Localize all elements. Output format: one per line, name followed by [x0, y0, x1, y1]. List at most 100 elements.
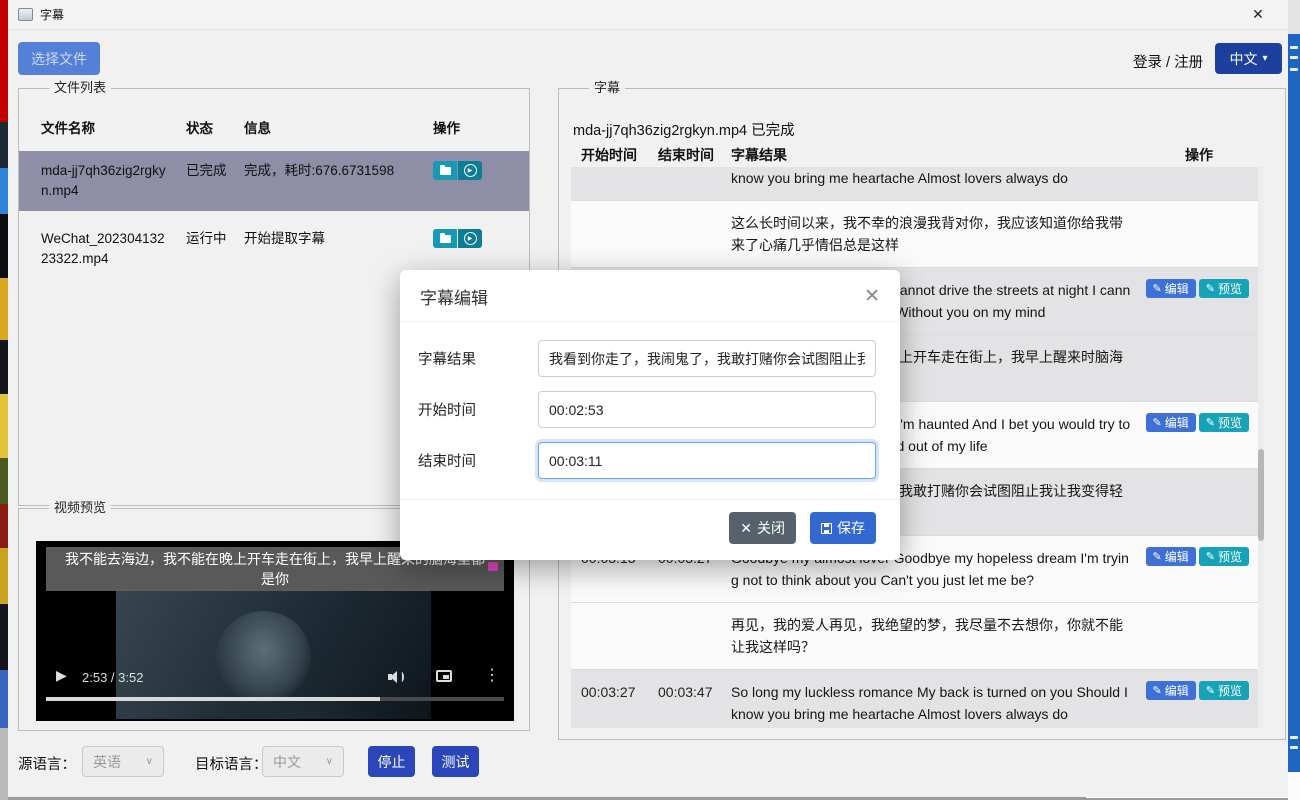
row-actions: ✎编辑 ✎预览	[1139, 279, 1259, 323]
end-time	[658, 614, 731, 658]
subtitle-edit-dialog: 字幕编辑 ✕ 字幕结果 开始时间 结束时间 ✕ 关闭	[400, 270, 900, 560]
edit-label: 编辑	[1165, 280, 1189, 297]
end-time-input[interactable]	[538, 442, 876, 479]
wallpaper-segment	[0, 728, 8, 800]
preview-label: 预览	[1218, 682, 1242, 699]
end-time	[658, 167, 731, 189]
folder-icon	[440, 235, 451, 243]
preview-button[interactable]: ✎预览	[1199, 413, 1249, 432]
subtitle-table-header: 开始时间 结束时间 字幕结果 操作	[571, 145, 1259, 165]
subtitles-file-status: mda-jj7qh36zig2rgkyn.mp4 已完成	[573, 119, 795, 140]
preview-label: 预览	[1218, 414, 1242, 431]
file-name: mda-jj7qh36zig2rgkyn.mp4	[41, 161, 186, 201]
file-status: 运行中	[186, 229, 244, 269]
start-time	[581, 614, 658, 658]
video-player[interactable]: 我不能去海边，我不能在晚上开车走在街上，我早上醒来的脑海里都是你 ▶ 2:53 …	[36, 541, 514, 721]
caret-down-icon: ▾	[1262, 53, 1267, 64]
source-language-label: 源语言：	[18, 753, 76, 774]
play-glyph: ▶	[468, 168, 473, 174]
play-file-button[interactable]: ▶	[458, 161, 482, 180]
wallpaper-segment	[0, 340, 8, 394]
background-window-strip	[1288, 0, 1300, 800]
file-status: 已完成	[186, 161, 244, 201]
subtitle-row: So long my luckless romance My back is t…	[571, 167, 1259, 201]
file-table-header: 文件名称 状态 信息 操作	[19, 117, 529, 137]
dialog-save-button[interactable]: 保存	[810, 512, 876, 544]
app-icon	[18, 8, 33, 21]
test-button[interactable]: 测试	[432, 746, 479, 777]
edit-button[interactable]: ✎编辑	[1146, 681, 1196, 700]
end-time: 00:03:47	[658, 681, 731, 725]
edit-label: 编辑	[1165, 414, 1189, 431]
end-time-label: 结束时间	[418, 450, 538, 471]
edit-label: 编辑	[1165, 682, 1189, 699]
source-language-select[interactable]: 英语 ∨	[82, 746, 164, 777]
open-folder-button[interactable]	[433, 161, 457, 180]
scrollbar-thumb[interactable]	[1258, 449, 1264, 541]
video-seek-bar[interactable]	[46, 697, 504, 701]
edit-icon: ✎	[1153, 550, 1162, 563]
video-play-icon[interactable]: ▶	[56, 667, 67, 684]
target-language-value: 中文	[273, 752, 301, 772]
subtitle-result-label: 字幕结果	[418, 348, 538, 369]
language-menu-button[interactable]: 中文 ▾	[1215, 43, 1282, 74]
col-status: 状态	[186, 117, 244, 137]
preview-label: 预览	[1218, 548, 1242, 565]
window-titlebar: 字幕 ✕	[8, 0, 1288, 30]
wallpaper-segment	[0, 214, 8, 278]
scrollbar[interactable]	[1258, 167, 1264, 728]
background-window-fragment	[1288, 0, 1300, 34]
preview-icon: ✎	[1206, 282, 1215, 295]
dialog-close-button[interactable]: ✕ 关闭	[729, 512, 796, 544]
subtitle-text: So long my luckless romance My back is t…	[731, 681, 1139, 725]
col-ops: 操作	[433, 117, 529, 137]
login-register-link[interactable]: 登录 / 注册	[1133, 51, 1203, 72]
edit-button[interactable]: ✎编辑	[1146, 547, 1196, 566]
col-result: 字幕结果	[731, 145, 1139, 165]
picture-in-picture-icon[interactable]	[436, 670, 452, 682]
play-file-button[interactable]: ▶	[458, 229, 482, 248]
edit-label: 编辑	[1165, 548, 1189, 565]
background-text-fragment	[1290, 56, 1298, 59]
preview-button[interactable]: ✎预览	[1199, 279, 1249, 298]
target-language-select[interactable]: 中文 ∨	[262, 746, 344, 777]
col-file-name: 文件名称	[41, 117, 186, 137]
preview-button[interactable]: ✎预览	[1199, 681, 1249, 700]
stop-button[interactable]: 停止	[368, 746, 415, 777]
form-row: 字幕结果	[418, 340, 876, 377]
edit-button[interactable]: ✎编辑	[1146, 413, 1196, 432]
edit-button[interactable]: ✎编辑	[1146, 279, 1196, 298]
wallpaper-segment	[0, 548, 8, 604]
select-file-button[interactable]: 选择文件	[18, 42, 100, 75]
video-time: 2:53 / 3:52	[82, 670, 143, 685]
dialog-close-icon[interactable]: ✕	[864, 287, 880, 306]
video-preview-legend: 视频预览	[49, 500, 111, 516]
wallpaper-segment	[0, 168, 8, 214]
desktop: 字幕 ✕ 选择文件 登录 / 注册 中文 ▾ 文件列表 文件名称 状态 信息 操…	[0, 0, 1300, 800]
window-close-icon[interactable]: ✕	[1238, 1, 1278, 29]
row-actions: ✎编辑 ✎预览	[1139, 167, 1259, 189]
form-row: 结束时间	[418, 442, 876, 479]
subtitle-text: So long my luckless romance My back is t…	[731, 167, 1139, 189]
volume-icon[interactable]	[388, 669, 406, 685]
preview-button[interactable]: ✎预览	[1199, 547, 1249, 566]
subtitle-result-input[interactable]	[538, 340, 876, 377]
preview-icon: ✎	[1206, 416, 1215, 429]
col-info: 信息	[244, 117, 433, 137]
wallpaper-segment	[0, 504, 8, 548]
dialog-footer: ✕ 关闭 保存	[400, 499, 900, 560]
dialog-header: 字幕编辑 ✕	[400, 270, 900, 322]
open-folder-button[interactable]	[433, 229, 457, 248]
save-icon	[821, 523, 832, 534]
wallpaper-segment	[0, 122, 8, 168]
row-actions	[1139, 346, 1259, 390]
wallpaper-segment	[0, 670, 8, 728]
edit-icon: ✎	[1153, 416, 1162, 429]
subtitles-legend: 字幕	[589, 80, 625, 96]
video-menu-icon[interactable]: ⋮	[484, 665, 500, 685]
subtitle-row: 这么长时间以来，我不幸的浪漫我背对你，我应该知道你给我带来了心痛几乎情侣总是这样	[571, 201, 1259, 268]
edit-icon: ✎	[1153, 282, 1162, 295]
chevron-down-icon: ∨	[146, 756, 153, 767]
start-time-input[interactable]	[538, 391, 876, 428]
file-row-selected[interactable]: mda-jj7qh36zig2rgkyn.mp4 已完成 完成，耗时:676.6…	[19, 151, 529, 211]
